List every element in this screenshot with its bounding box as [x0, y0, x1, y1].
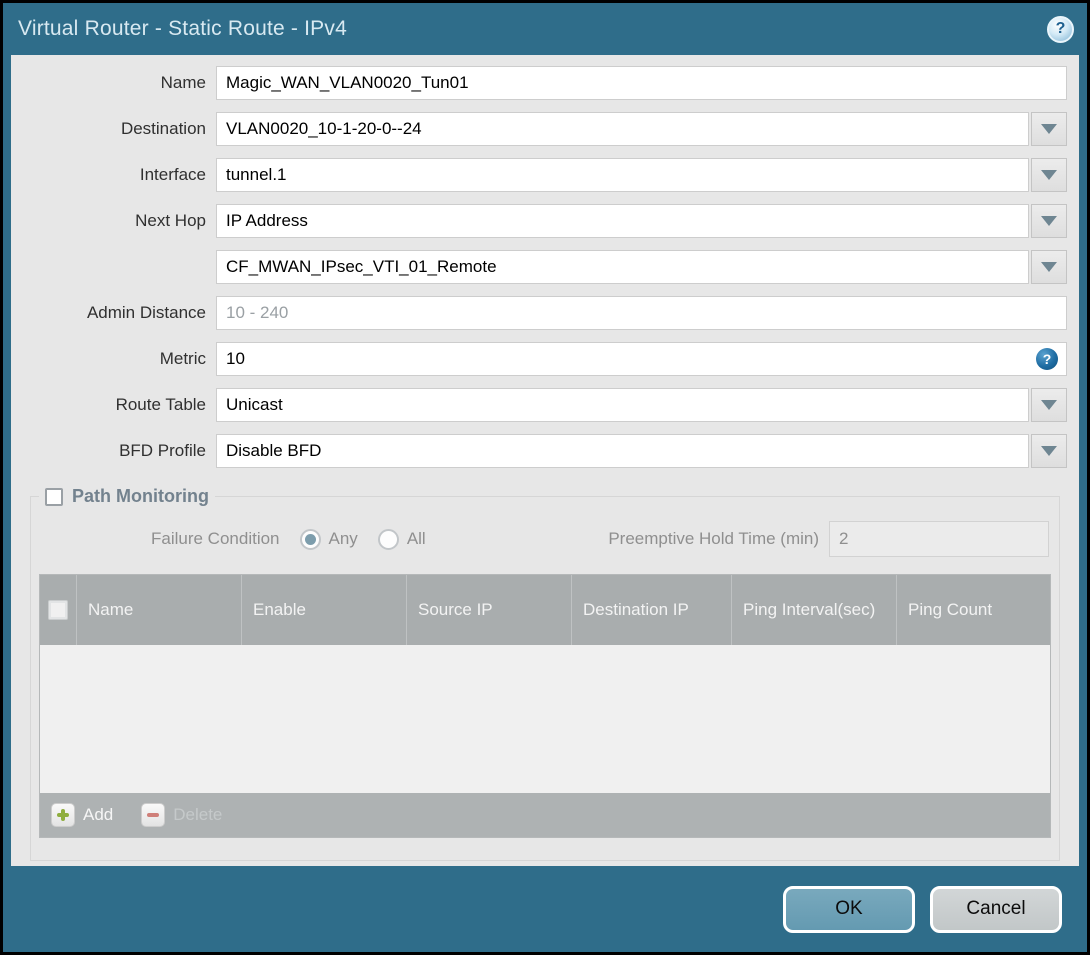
name-input[interactable] [216, 66, 1067, 100]
name-label: Name [160, 73, 206, 92]
column-header-destination-ip[interactable]: Destination IP [571, 575, 731, 645]
static-route-dialog: Virtual Router - Static Route - IPv4 ? N… [3, 3, 1087, 952]
path-monitoring-table: Name Enable Source IP Destination IP Pin… [39, 574, 1051, 838]
column-header-ping-count[interactable]: Ping Count [896, 575, 1050, 645]
interface-row: Interface [11, 158, 1067, 192]
chevron-down-icon [1041, 262, 1057, 272]
delete-button-label: Delete [173, 805, 223, 824]
bfd-profile-input[interactable] [216, 434, 1029, 468]
failure-condition-any-label: Any [328, 529, 358, 548]
interface-input[interactable] [216, 158, 1029, 192]
dialog-title: Virtual Router - Static Route - IPv4 [18, 17, 347, 40]
delete-button[interactable]: Delete [141, 803, 222, 827]
name-row: Name [11, 66, 1067, 100]
metric-label: Metric [159, 349, 206, 368]
chevron-down-icon [1041, 216, 1057, 226]
column-header-name[interactable]: Name [76, 575, 241, 645]
next-hop-type-dropdown-button[interactable] [1031, 204, 1067, 238]
next-hop-type-input[interactable] [216, 204, 1029, 238]
path-monitoring-legend: Path Monitoring [39, 486, 215, 507]
destination-dropdown-button[interactable] [1031, 112, 1067, 146]
column-header-ping-interval[interactable]: Ping Interval(sec) [731, 575, 896, 645]
cancel-button[interactable]: Cancel [930, 885, 1062, 933]
bfd-profile-dropdown-button[interactable] [1031, 434, 1067, 468]
table-toolbar: Add Delete [40, 793, 1050, 837]
column-header-enable[interactable]: Enable [241, 575, 406, 645]
route-table-input[interactable] [216, 388, 1029, 422]
interface-dropdown-button[interactable] [1031, 158, 1067, 192]
metric-input[interactable] [216, 342, 1067, 376]
next-hop-address-row [11, 250, 1067, 284]
route-table-label: Route Table [115, 395, 206, 414]
metric-row: Metric ? [11, 342, 1067, 376]
admin-distance-row: Admin Distance [11, 296, 1067, 330]
chevron-down-icon [1041, 124, 1057, 134]
preemptive-hold-label: Preemptive Hold Time (min) [608, 529, 819, 548]
column-header-source-ip[interactable]: Source IP [406, 575, 571, 645]
destination-label: Destination [120, 119, 206, 138]
bfd-profile-row: BFD Profile [11, 434, 1067, 468]
failure-condition-all-radio[interactable] [377, 528, 399, 550]
table-body-empty [40, 645, 1050, 793]
help-icon[interactable]: ? [1047, 15, 1074, 43]
table-select-all-cell [40, 575, 76, 645]
failure-condition-row: Failure Condition Any All Preemptive Hol… [39, 521, 1051, 557]
next-hop-address-input[interactable] [216, 250, 1029, 284]
path-monitoring-title: Path Monitoring [72, 486, 209, 506]
path-monitoring-checkbox[interactable] [45, 487, 63, 506]
route-table-dropdown-button[interactable] [1031, 388, 1067, 422]
next-hop-row: Next Hop [11, 204, 1067, 238]
admin-distance-label: Admin Distance [86, 303, 206, 322]
next-hop-address-dropdown-button[interactable] [1031, 250, 1067, 284]
ok-button[interactable]: OK [783, 885, 915, 933]
add-button[interactable]: Add [51, 803, 113, 827]
select-all-checkbox[interactable] [48, 600, 68, 620]
dialog-body: Name Destination Interface [11, 55, 1079, 866]
bfd-profile-label: BFD Profile [119, 441, 206, 460]
preemptive-hold-input[interactable] [829, 521, 1049, 557]
chevron-down-icon [1041, 446, 1057, 456]
table-header-row: Name Enable Source IP Destination IP Pin… [40, 575, 1050, 645]
add-button-label: Add [83, 805, 114, 824]
chevron-down-icon [1041, 170, 1057, 180]
dialog-titlebar: Virtual Router - Static Route - IPv4 ? [3, 3, 1087, 55]
destination-row: Destination [11, 112, 1067, 146]
failure-condition-all-label: All [406, 529, 426, 548]
route-table-row: Route Table [11, 388, 1067, 422]
failure-condition-any-radio[interactable] [299, 528, 321, 550]
failure-condition-label: Failure Condition [151, 529, 280, 548]
path-monitoring-group: Path Monitoring Failure Condition Any Al… [30, 486, 1060, 861]
destination-input[interactable] [216, 112, 1029, 146]
admin-distance-input[interactable] [216, 296, 1067, 330]
interface-label: Interface [139, 165, 206, 184]
metric-help-icon[interactable]: ? [1036, 348, 1058, 370]
minus-icon [141, 803, 166, 827]
dialog-footer: OK Cancel [3, 866, 1087, 952]
next-hop-label: Next Hop [135, 211, 206, 230]
chevron-down-icon [1041, 400, 1057, 410]
plus-icon [51, 803, 75, 827]
